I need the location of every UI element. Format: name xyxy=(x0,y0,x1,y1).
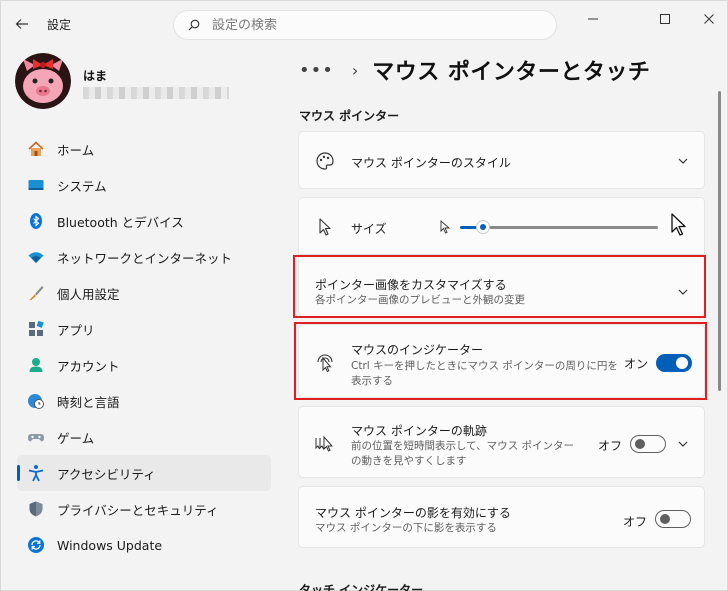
maximize-icon xyxy=(660,14,670,24)
user-email-blurred xyxy=(83,87,229,99)
brush-icon xyxy=(27,284,45,302)
sidebar-item-time-language[interactable]: 時刻と言語 xyxy=(17,383,271,419)
mouse-indicator-subtitle: Ctrl キーを押したときにマウス ポインターの周りに円を表示する xyxy=(351,360,618,387)
section-title-mouse-pointer: マウス ポインター xyxy=(299,109,400,123)
pointer-shadow-subtitle: マウス ポインターの下に影を表示する xyxy=(315,522,497,534)
scrollbar-thumb[interactable] xyxy=(718,91,721,391)
minimize-icon xyxy=(588,18,598,20)
maximize-button[interactable] xyxy=(647,9,683,29)
wifi-icon xyxy=(27,248,45,266)
sidebar-nav: ホーム システム Bluetooth とデバイス ネットワークとインターネット … xyxy=(17,131,271,563)
pointer-style-title: マウス ポインターのスタイル xyxy=(351,156,511,170)
sidebar-item-bluetooth[interactable]: Bluetooth とデバイス xyxy=(17,203,271,239)
accessibility-icon xyxy=(27,464,45,482)
update-icon xyxy=(27,536,45,554)
pointer-arrow-icon xyxy=(319,218,331,236)
sidebar-item-privacy[interactable]: プライバシーとセキュリティ xyxy=(17,491,271,527)
slider-track xyxy=(488,226,658,229)
pointer-size-title: サイズ xyxy=(351,222,387,236)
large-pointer-icon xyxy=(671,213,686,236)
chevron-down-icon xyxy=(678,158,688,164)
breadcrumb-separator: › xyxy=(351,60,359,80)
shield-icon xyxy=(27,500,45,518)
pointer-trails-title: マウス ポインターの軌跡 xyxy=(351,424,487,438)
sidebar-item-apps[interactable]: アプリ xyxy=(17,311,271,347)
mouse-indicator-state: オン xyxy=(624,357,649,371)
page-title: マウス ポインターとタッチ xyxy=(372,60,651,85)
back-arrow-icon xyxy=(15,19,28,29)
user-profile[interactable]: はま xyxy=(15,53,275,109)
pointer-trails-toggle[interactable] xyxy=(630,435,666,453)
app-title: 設定 xyxy=(47,18,72,32)
apps-icon xyxy=(27,320,45,338)
close-icon xyxy=(704,14,714,24)
user-name: はま xyxy=(83,69,108,83)
breadcrumb: ••• › マウス ポインターとタッチ xyxy=(299,53,650,87)
pointer-trails-icon xyxy=(315,435,334,452)
sidebar-item-network[interactable]: ネットワークとインターネット xyxy=(17,239,271,275)
sidebar-item-gaming[interactable]: ゲーム xyxy=(17,419,271,455)
avatar xyxy=(15,53,71,109)
system-icon xyxy=(27,176,45,194)
back-button[interactable] xyxy=(9,11,35,37)
palette-icon xyxy=(316,152,334,170)
small-pointer-icon xyxy=(440,220,451,234)
sidebar-item-personalization[interactable]: 個人用設定 xyxy=(17,275,271,311)
pointer-indicator-icon xyxy=(317,354,333,372)
minimize-button[interactable] xyxy=(575,9,611,29)
account-icon xyxy=(27,356,45,374)
breadcrumb-more-button[interactable]: ••• xyxy=(299,60,334,81)
sidebar-item-accounts[interactable]: アカウント xyxy=(17,347,271,383)
section-title-touch-indicator: タッチ インジケーター xyxy=(299,583,424,591)
pointer-shadow-card: マウス ポインターの影を有効にする マウス ポインターの下に影を表示する オフ xyxy=(298,486,705,548)
bluetooth-icon xyxy=(27,212,45,230)
search-box[interactable] xyxy=(173,10,557,40)
chevron-down-icon xyxy=(678,289,688,295)
pointer-trails-card[interactable]: マウス ポインターの軌跡 前の位置を短時間表示して、マウス ポインターの動きを見… xyxy=(298,406,705,478)
globe-clock-icon xyxy=(27,392,45,410)
mouse-indicator-card: マウスのインジケーター Ctrl キーを押したときにマウス ポインターの周りに円… xyxy=(298,324,705,398)
sidebar-item-system[interactable]: システム xyxy=(17,167,271,203)
pointer-size-slider[interactable] xyxy=(460,218,658,236)
customize-pointer-card[interactable]: ポインター画像をカスタマイズする 各ポインター画像のプレビューと外観の変更 xyxy=(298,255,705,317)
slider-thumb[interactable] xyxy=(476,220,490,234)
sidebar-item-home[interactable]: ホーム xyxy=(17,131,271,167)
gamepad-icon xyxy=(27,428,45,446)
chevron-down-icon xyxy=(678,441,688,447)
customize-pointer-subtitle: 各ポインター画像のプレビューと外観の変更 xyxy=(315,294,525,306)
pointer-style-card[interactable]: マウス ポインターのスタイル xyxy=(298,131,705,189)
close-button[interactable] xyxy=(691,9,727,29)
pointer-shadow-title: マウス ポインターの影を有効にする xyxy=(315,506,511,520)
search-icon xyxy=(188,19,200,31)
mouse-indicator-title: マウスのインジケーター xyxy=(351,343,484,357)
title-bar: 設定 xyxy=(1,1,728,47)
pointer-shadow-toggle[interactable] xyxy=(655,510,691,528)
pointer-shadow-state: オフ xyxy=(623,515,648,529)
search-input[interactable] xyxy=(212,17,512,33)
pointer-trails-state: オフ xyxy=(598,439,623,453)
pointer-trails-subtitle: 前の位置を短時間表示して、マウス ポインターの動きを見やすくします xyxy=(351,440,574,467)
home-icon xyxy=(27,140,45,158)
sidebar-item-accessibility[interactable]: アクセシビリティ xyxy=(17,455,271,491)
sidebar-item-windows-update[interactable]: Windows Update xyxy=(17,527,271,563)
mouse-indicator-toggle[interactable] xyxy=(656,354,692,372)
pointer-size-card: サイズ xyxy=(298,197,705,255)
settings-window: 設定 設定の検索 はま ホーム システム Bluetooth とデバイス ネット… xyxy=(0,0,728,591)
customize-pointer-title: ポインター画像をカスタマイズする xyxy=(315,278,507,292)
